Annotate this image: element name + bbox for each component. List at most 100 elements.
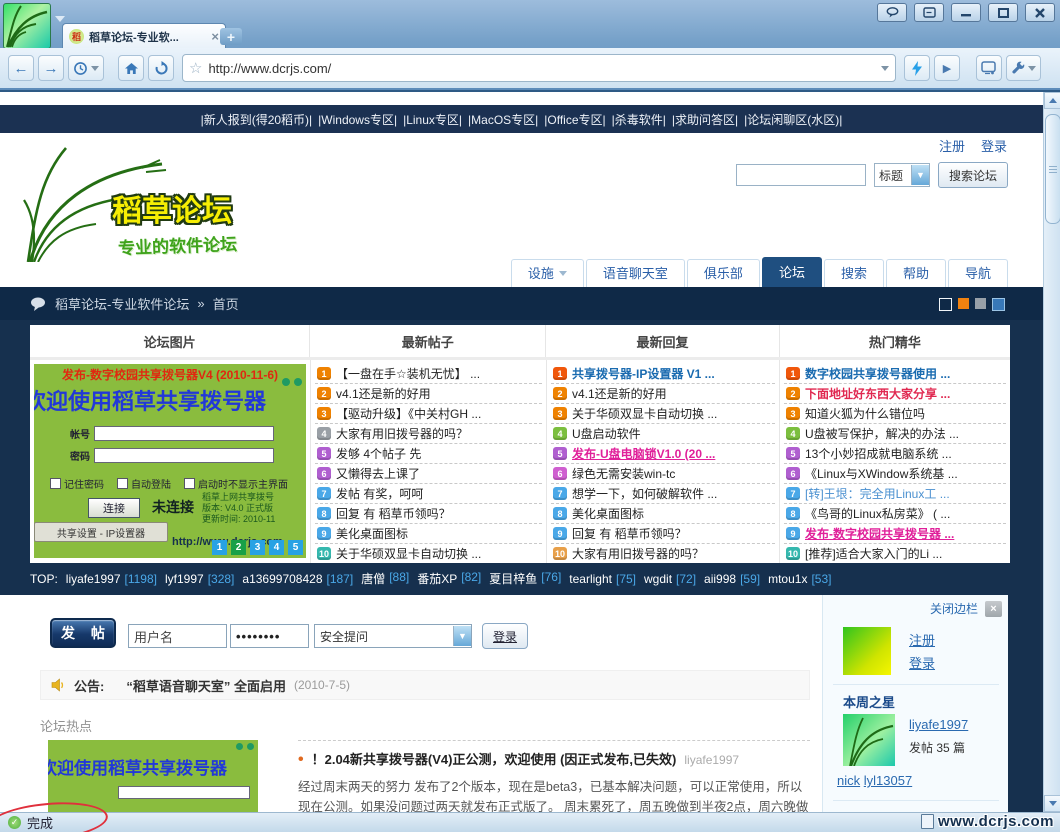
nick-label-link[interactable]: nick (837, 773, 860, 788)
bookmark-star-icon[interactable]: ☆ (189, 59, 202, 77)
board-item-link[interactable]: U盘启动软件 (572, 425, 641, 442)
address-bar[interactable]: ☆ http://www.dcrjs.com/ (182, 54, 896, 82)
board-item-link[interactable]: 13个小妙招成就电脑系统 ... (805, 445, 952, 462)
refresh-button[interactable] (148, 55, 174, 81)
width-switch-icon[interactable] (939, 298, 952, 311)
site-nav-link[interactable]: |杀毒软件| (612, 111, 666, 128)
board-item-link[interactable]: 《Linux与XWindow系统基 ... (805, 465, 958, 482)
top-user[interactable]: lyf1997[328] (165, 572, 234, 586)
board-list-item[interactable]: 7[转]王垠：完全用Linux工 ... (784, 484, 1006, 504)
site-nav-link[interactable]: |Office专区| (544, 111, 605, 128)
select-arrow-icon[interactable]: ▼ (911, 165, 929, 185)
go-button[interactable]: ▶ (934, 55, 960, 81)
close-sidebar-link[interactable]: 关闭边栏 (930, 600, 978, 617)
top-user-name[interactable]: lyf1997 (165, 572, 204, 586)
tools-button[interactable] (1006, 55, 1041, 81)
board-item-link[interactable]: 绿色无需安装win-tc (572, 465, 675, 482)
history-button[interactable] (68, 55, 104, 81)
board-item-link[interactable]: 关于华硕双显卡自动切换 ... (336, 545, 481, 562)
breadcrumb-site[interactable]: 稻草论坛-专业软件论坛 (55, 294, 189, 313)
top-user[interactable]: aii998[59] (704, 572, 760, 586)
security-question-select[interactable]: 安全提问 ▼ (314, 624, 472, 648)
board-item-link[interactable]: 《鸟哥的Linux私房菜》 ( ... (805, 505, 950, 522)
top-user-name[interactable]: aii998 (704, 572, 736, 586)
forum-tab-设施[interactable]: 设施 (511, 259, 584, 287)
top-user[interactable]: 唐僧[88] (361, 570, 409, 587)
theme-orange-icon[interactable] (958, 298, 969, 309)
board-item-link[interactable]: [转]王垠：完全用Linux工 ... (805, 485, 950, 502)
close-sidebar-icon[interactable]: × (985, 601, 1002, 617)
top-user[interactable]: wgdit[72] (644, 572, 696, 586)
board-item-link[interactable]: 数字校园共享拨号器使用 ... (805, 365, 950, 382)
board-item-link[interactable]: v4.1还是新的好用 (572, 385, 667, 402)
board-list-item[interactable]: 8《鸟哥的Linux私房菜》 ( ... (784, 504, 1006, 524)
minimize-button[interactable] (951, 3, 981, 22)
register-link[interactable]: 注册 (939, 136, 965, 155)
close-button[interactable] (1025, 3, 1055, 22)
sidebar-login-link[interactable]: 登录 (909, 652, 935, 675)
top-user[interactable]: 夏目梓鱼[76] (489, 570, 561, 587)
forum-tab-论坛[interactable]: 论坛 (762, 257, 822, 287)
top-user-name[interactable]: 番茄XP (417, 570, 457, 587)
board-list-item[interactable]: 2v4.1还是新的好用 (315, 384, 542, 404)
board-item-link[interactable]: 美化桌面图标 (572, 505, 644, 522)
board-list-item[interactable]: 1数字校园共享拨号器使用 ... (784, 364, 1006, 384)
tab-close-icon[interactable]: × (211, 29, 219, 44)
top-user-name[interactable]: wgdit (644, 572, 672, 586)
top-user[interactable]: 番茄XP[82] (417, 570, 481, 587)
board-list-item[interactable]: 7想学一下，如何破解软件 ... (551, 484, 775, 504)
app-logo-icon[interactable] (3, 3, 51, 49)
top-user[interactable]: mtou1x[53] (768, 572, 831, 586)
forum-tab-搜索[interactable]: 搜索 (824, 259, 884, 287)
site-nav-link[interactable]: |论坛闲聊区(水区)| (744, 111, 842, 128)
board-list-item[interactable]: 5发够 4个帖子 先 (315, 444, 542, 464)
board-list-item[interactable]: 9回复 有 稻草币领吗？ (551, 524, 775, 544)
site-nav-link[interactable]: |Windows专区| (318, 111, 397, 128)
username-input[interactable]: 用户名 (128, 624, 227, 648)
top-user-name[interactable]: mtou1x (768, 572, 807, 586)
snip-button[interactable] (976, 55, 1002, 81)
dialer-screenshot[interactable]: 发布-数字校园共享拨号器V4 (2010-11-6) 欢迎使用稻草共享拨号器 帐… (34, 364, 306, 558)
top-user-name[interactable]: 夏目梓鱼 (489, 570, 537, 587)
star-username-link[interactable]: liyafe1997 (909, 717, 968, 732)
board-list-item[interactable]: 8美化桌面图标 (551, 504, 775, 524)
site-nav-link[interactable]: |新人报到(得20稻币)| (201, 111, 313, 128)
new-post-button[interactable]: 发 帖 (50, 618, 116, 648)
select-arrow-icon[interactable]: ▼ (453, 626, 471, 646)
top-user-name[interactable]: 唐僧 (361, 570, 385, 587)
nick-value-link[interactable]: lyl13057 (864, 773, 912, 788)
board-item-link[interactable]: v4.1还是新的好用 (336, 385, 431, 402)
board-item-link[interactable]: 大家有用旧拨号器的吗？ (572, 545, 704, 562)
board-list-item[interactable]: 5发布-U盘电脑锁V1.0 (20 ... (551, 444, 775, 464)
board-list-item[interactable]: 6《Linux与XWindow系统基 ... (784, 464, 1006, 484)
board-list-item[interactable]: 513个小妙招成就电脑系统 ... (784, 444, 1006, 464)
board-item-link[interactable]: 下面地址好东西大家分享 ... (805, 385, 950, 402)
sidebar-register-link[interactable]: 注册 (909, 629, 935, 652)
top-user[interactable]: a13699708428[187] (242, 572, 353, 586)
vertical-scrollbar[interactable] (1043, 92, 1060, 812)
board-list-item[interactable]: 1【一盘在手☆装机无忧】 ... (315, 364, 542, 384)
panel-button[interactable] (914, 3, 944, 22)
board-item-link[interactable]: 发布-数字校园共享拨号器 ... (805, 525, 954, 542)
star-avatar[interactable] (843, 714, 895, 766)
hot-topic-author[interactable]: liyafe1997 (684, 753, 739, 767)
board-item-link[interactable]: [推荐]适合大家入门的Li ... (805, 545, 942, 562)
search-type-select[interactable]: 标题 ▼ (874, 163, 930, 187)
board-item-link[interactable]: 发布-U盘电脑锁V1.0 (20 ... (572, 445, 715, 462)
scroll-down-button[interactable] (1044, 795, 1060, 812)
top-user-name[interactable]: tearlight (569, 572, 612, 586)
search-input[interactable] (736, 164, 866, 186)
browser-tab[interactable]: 稻 稻草论坛-专业软... × (62, 23, 226, 49)
board-item-link[interactable]: 美化桌面图标 (336, 525, 408, 542)
top-user[interactable]: tearlight[75] (569, 572, 636, 586)
site-nav-link[interactable]: |MacOS专区| (468, 111, 538, 128)
forward-button[interactable]: → (38, 55, 64, 81)
board-list-item[interactable]: 4U盘被写保护，解决的办法 ... (784, 424, 1006, 444)
forum-tab-导航[interactable]: 导航 (948, 259, 1008, 287)
theme-gray-icon[interactable] (975, 298, 986, 309)
board-item-link[interactable]: 大家有用旧拨号器的吗？ (336, 425, 468, 442)
scrollbar-thumb[interactable] (1045, 114, 1060, 224)
site-nav-link[interactable]: |Linux专区| (403, 111, 462, 128)
theme-blue-icon[interactable] (992, 298, 1005, 311)
board-list-item[interactable]: 1共享拨号器-IP设置器 V1 ... (551, 364, 775, 384)
